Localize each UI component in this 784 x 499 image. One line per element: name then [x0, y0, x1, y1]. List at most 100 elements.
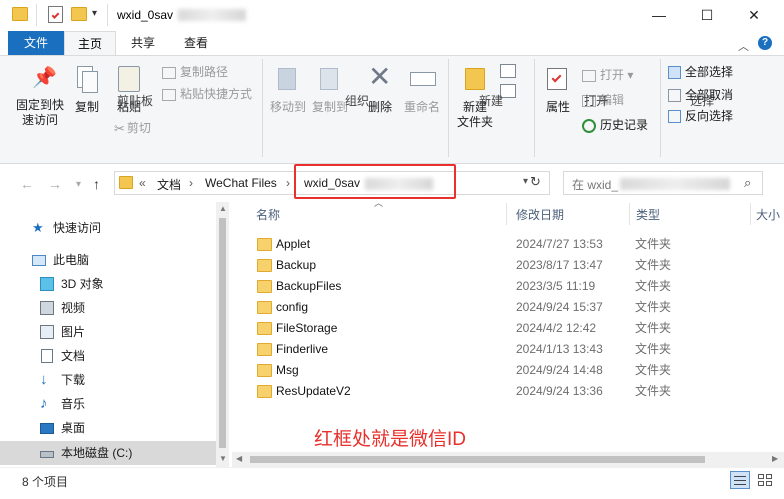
- ribbon-tab-bar: [0, 31, 784, 55]
- file-row[interactable]: BackupFiles 2023/3/5 11:19 文件夹: [250, 276, 730, 297]
- scissors-icon: ✂: [114, 120, 125, 136]
- scroll-thumb[interactable]: [250, 456, 705, 463]
- file-row[interactable]: FileStorage 2024/4/2 12:42 文件夹: [250, 318, 730, 339]
- select-all-button[interactable]: 全部选择: [668, 62, 733, 82]
- scroll-left-icon[interactable]: ◀: [236, 454, 242, 463]
- nav-quick-access[interactable]: ★ 快速访问: [0, 216, 216, 240]
- copy-button[interactable]: 复制: [70, 62, 104, 118]
- details-view-icon[interactable]: [730, 471, 750, 489]
- move-to-button[interactable]: 移动到: [268, 62, 308, 120]
- invert-selection-label: 反向选择: [685, 109, 734, 123]
- large-icons-view-icon[interactable]: [755, 471, 775, 489]
- help-icon[interactable]: ?: [758, 36, 772, 50]
- search-icon[interactable]: ⌕: [744, 175, 751, 191]
- file-name: Applet: [276, 237, 311, 251]
- scroll-thumb[interactable]: [219, 218, 226, 448]
- tab-view[interactable]: 查看: [172, 31, 220, 55]
- forward-button[interactable]: →: [48, 176, 62, 192]
- file-row[interactable]: Applet 2024/7/27 13:53 文件夹: [250, 234, 730, 255]
- nav-3d-objects[interactable]: 3D 对象: [0, 272, 216, 296]
- open-button[interactable]: 打开 ▾: [582, 65, 633, 85]
- file-row[interactable]: Finderlive 2024/1/13 13:43 文件夹: [250, 339, 730, 360]
- properties-quick-icon[interactable]: [48, 6, 63, 23]
- nav-label: 桌面: [61, 421, 86, 435]
- file-row[interactable]: Msg 2024/9/24 14:48 文件夹: [250, 360, 730, 381]
- horizontal-scrollbar[interactable]: ◀ ▶: [232, 452, 784, 467]
- file-row[interactable]: Backup 2023/8/17 13:47 文件夹: [250, 255, 730, 276]
- file-row[interactable]: config 2024/9/24 15:37 文件夹: [250, 297, 730, 318]
- divider: [262, 59, 263, 157]
- paste-shortcut-button[interactable]: 粘贴快捷方式: [162, 84, 252, 104]
- divider: [660, 59, 661, 157]
- status-bar: [0, 467, 784, 499]
- video-icon: [40, 301, 54, 315]
- file-row[interactable]: ResUpdateV2 2024/9/24 13:36 文件夹: [250, 381, 730, 402]
- history-button[interactable]: 历史记录: [582, 115, 648, 135]
- collapse-ribbon-icon[interactable]: ︿: [738, 38, 749, 54]
- search-input[interactable]: 在 wxid_ ⌕: [563, 171, 763, 195]
- folder-icon: [257, 259, 272, 272]
- new-folder-icon: [465, 68, 485, 90]
- column-name[interactable]: 名称: [256, 205, 280, 225]
- nav-label: 音乐: [61, 397, 86, 411]
- up-button[interactable]: ↑: [93, 176, 100, 192]
- maximize-button[interactable]: ☐: [684, 0, 730, 31]
- tab-file[interactable]: 文件: [8, 31, 64, 55]
- tab-home[interactable]: 主页: [64, 31, 116, 55]
- nav-scrollbar[interactable]: ▲ ▼: [216, 202, 229, 467]
- nav-local-disk[interactable]: 本地磁盘 (C:): [0, 441, 216, 465]
- file-date: 2023/3/5 11:19: [516, 279, 596, 293]
- copy-to-button[interactable]: 复制到: [310, 62, 350, 120]
- file-name: Finderlive: [276, 342, 329, 356]
- nav-this-pc[interactable]: 此电脑: [0, 248, 216, 272]
- nav-pictures[interactable]: 图片: [0, 320, 216, 344]
- scroll-up-icon[interactable]: ▲: [219, 204, 227, 213]
- breadcrumb-wechat-files[interactable]: WeChat Files: [205, 176, 277, 190]
- file-type: 文件夹: [635, 258, 672, 272]
- document-icon: [41, 349, 53, 363]
- nav-label: 快速访问: [53, 221, 102, 235]
- column-modified[interactable]: 修改日期: [516, 205, 564, 225]
- file-type: 文件夹: [635, 321, 672, 335]
- paste-button[interactable]: 粘贴: [112, 62, 146, 118]
- cube-icon: [40, 277, 54, 291]
- nav-label: 视频: [61, 301, 86, 315]
- invert-selection-button[interactable]: 反向选择: [668, 106, 733, 126]
- overflow-chevron[interactable]: «: [139, 176, 146, 190]
- computer-icon: [32, 255, 46, 266]
- redacted-text: [178, 9, 246, 21]
- cut-button[interactable]: ✂ 剪切: [114, 118, 151, 138]
- address-dropdown-icon[interactable]: ▾: [523, 176, 528, 187]
- minimize-button[interactable]: —: [636, 0, 682, 31]
- tab-share[interactable]: 共享: [120, 31, 166, 55]
- refresh-button[interactable]: ↻: [530, 174, 541, 190]
- column-type[interactable]: 类型: [636, 205, 660, 225]
- breadcrumb-documents[interactable]: 文档: [157, 176, 181, 193]
- new-folder-quick-icon[interactable]: [71, 7, 87, 21]
- nav-videos[interactable]: 视频: [0, 296, 216, 320]
- nav-desktop[interactable]: 桌面: [0, 416, 216, 440]
- star-icon: ★: [32, 220, 44, 235]
- history-icon: [582, 118, 596, 133]
- recent-locations-button[interactable]: ▾: [76, 179, 81, 190]
- pin-quick-access-button[interactable]: 📌 固定到快 速访问: [14, 62, 66, 128]
- nav-music[interactable]: ♪ 音乐: [0, 392, 216, 416]
- close-button[interactable]: ✕: [731, 0, 777, 31]
- file-date: 2023/8/17 13:47: [516, 258, 603, 272]
- search-placeholder: 在 wxid_: [572, 178, 619, 192]
- copy-path-button[interactable]: 复制路径: [162, 62, 228, 82]
- rename-button[interactable]: 重命名: [400, 62, 444, 120]
- nav-documents[interactable]: 文档: [0, 344, 216, 368]
- nav-downloads[interactable]: ↓ 下载: [0, 368, 216, 392]
- scroll-right-icon[interactable]: ▶: [772, 454, 778, 463]
- delete-button[interactable]: ✕ 删除: [362, 62, 398, 120]
- customize-quick-access-icon[interactable]: ▾: [92, 8, 97, 19]
- back-button[interactable]: ←: [20, 176, 34, 192]
- highlight-box: [294, 164, 456, 199]
- file-name: BackupFiles: [276, 279, 342, 293]
- column-size[interactable]: 大小: [756, 205, 780, 225]
- scroll-down-icon[interactable]: ▼: [219, 454, 227, 463]
- pin-label: 固定到快 速访问: [15, 98, 64, 127]
- divider: [36, 4, 37, 26]
- breadcrumb-separator: ›: [189, 176, 193, 190]
